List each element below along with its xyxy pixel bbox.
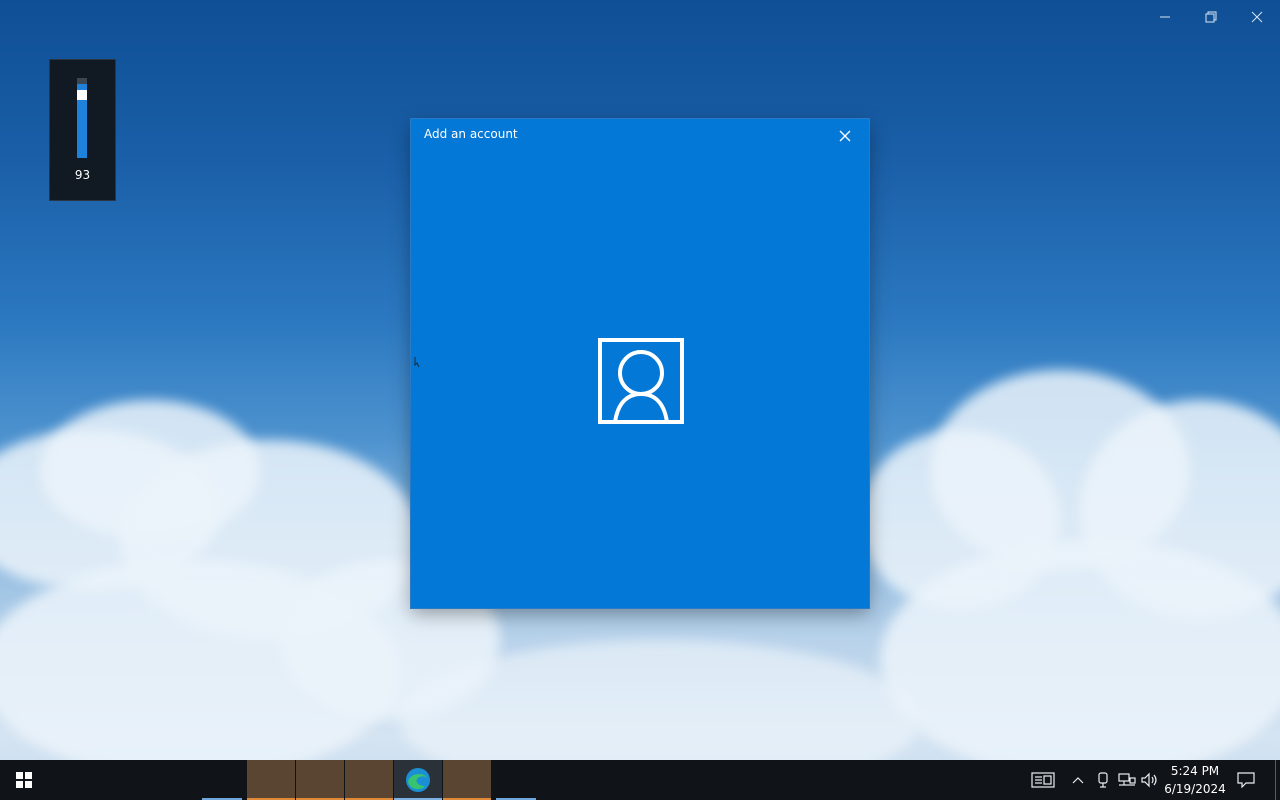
minimize-button[interactable]	[1142, 6, 1188, 28]
volume-icon	[1141, 772, 1157, 788]
meet-button[interactable]	[1094, 770, 1112, 790]
meet-icon	[1098, 772, 1108, 788]
close-icon	[1251, 11, 1263, 23]
show-desktop-button[interactable]	[1275, 760, 1276, 800]
restore-icon	[1205, 11, 1217, 23]
clock-date: 6/19/2024	[1164, 782, 1226, 796]
minimize-icon	[1160, 16, 1170, 18]
restore-button[interactable]	[1188, 6, 1234, 28]
volume-slider-thumb[interactable]	[77, 90, 87, 100]
taskbar-clock[interactable]: 5:24 PM 6/19/2024	[1160, 762, 1230, 798]
close-button[interactable]	[1234, 6, 1280, 28]
chevron-up-icon	[1072, 777, 1084, 784]
action-center-button[interactable]	[1234, 770, 1258, 790]
notification-icon	[1237, 772, 1255, 788]
close-icon	[839, 130, 851, 142]
add-account-dialog: Add an account	[411, 119, 869, 608]
taskbar-app-5[interactable]	[443, 760, 491, 800]
start-button[interactable]	[0, 760, 48, 800]
clock-time: 5:24 PM	[1170, 764, 1220, 778]
volume-flyout: 93	[50, 60, 115, 200]
news-widget-button[interactable]	[1030, 770, 1056, 790]
taskbar-app-1[interactable]	[247, 760, 295, 800]
show-hidden-icons-button[interactable]	[1070, 770, 1086, 790]
news-widget-icon	[1031, 772, 1055, 788]
network-icon	[1118, 773, 1136, 786]
volume-button[interactable]	[1140, 770, 1160, 790]
volume-value: 93	[74, 168, 91, 182]
taskbar-edge[interactable]	[394, 760, 442, 800]
windows-logo-icon	[16, 772, 32, 788]
dialog-title: Add an account	[424, 127, 518, 141]
dialog-close-button[interactable]	[830, 125, 860, 147]
network-button[interactable]	[1117, 770, 1137, 790]
taskbar: 5:24 PM 6/19/2024	[0, 760, 1280, 800]
account-icon	[598, 338, 684, 424]
taskbar-app-2[interactable]	[296, 760, 344, 800]
edge-icon	[406, 768, 430, 792]
mouse-cursor-icon	[414, 357, 420, 368]
taskbar-app-3[interactable]	[345, 760, 393, 800]
